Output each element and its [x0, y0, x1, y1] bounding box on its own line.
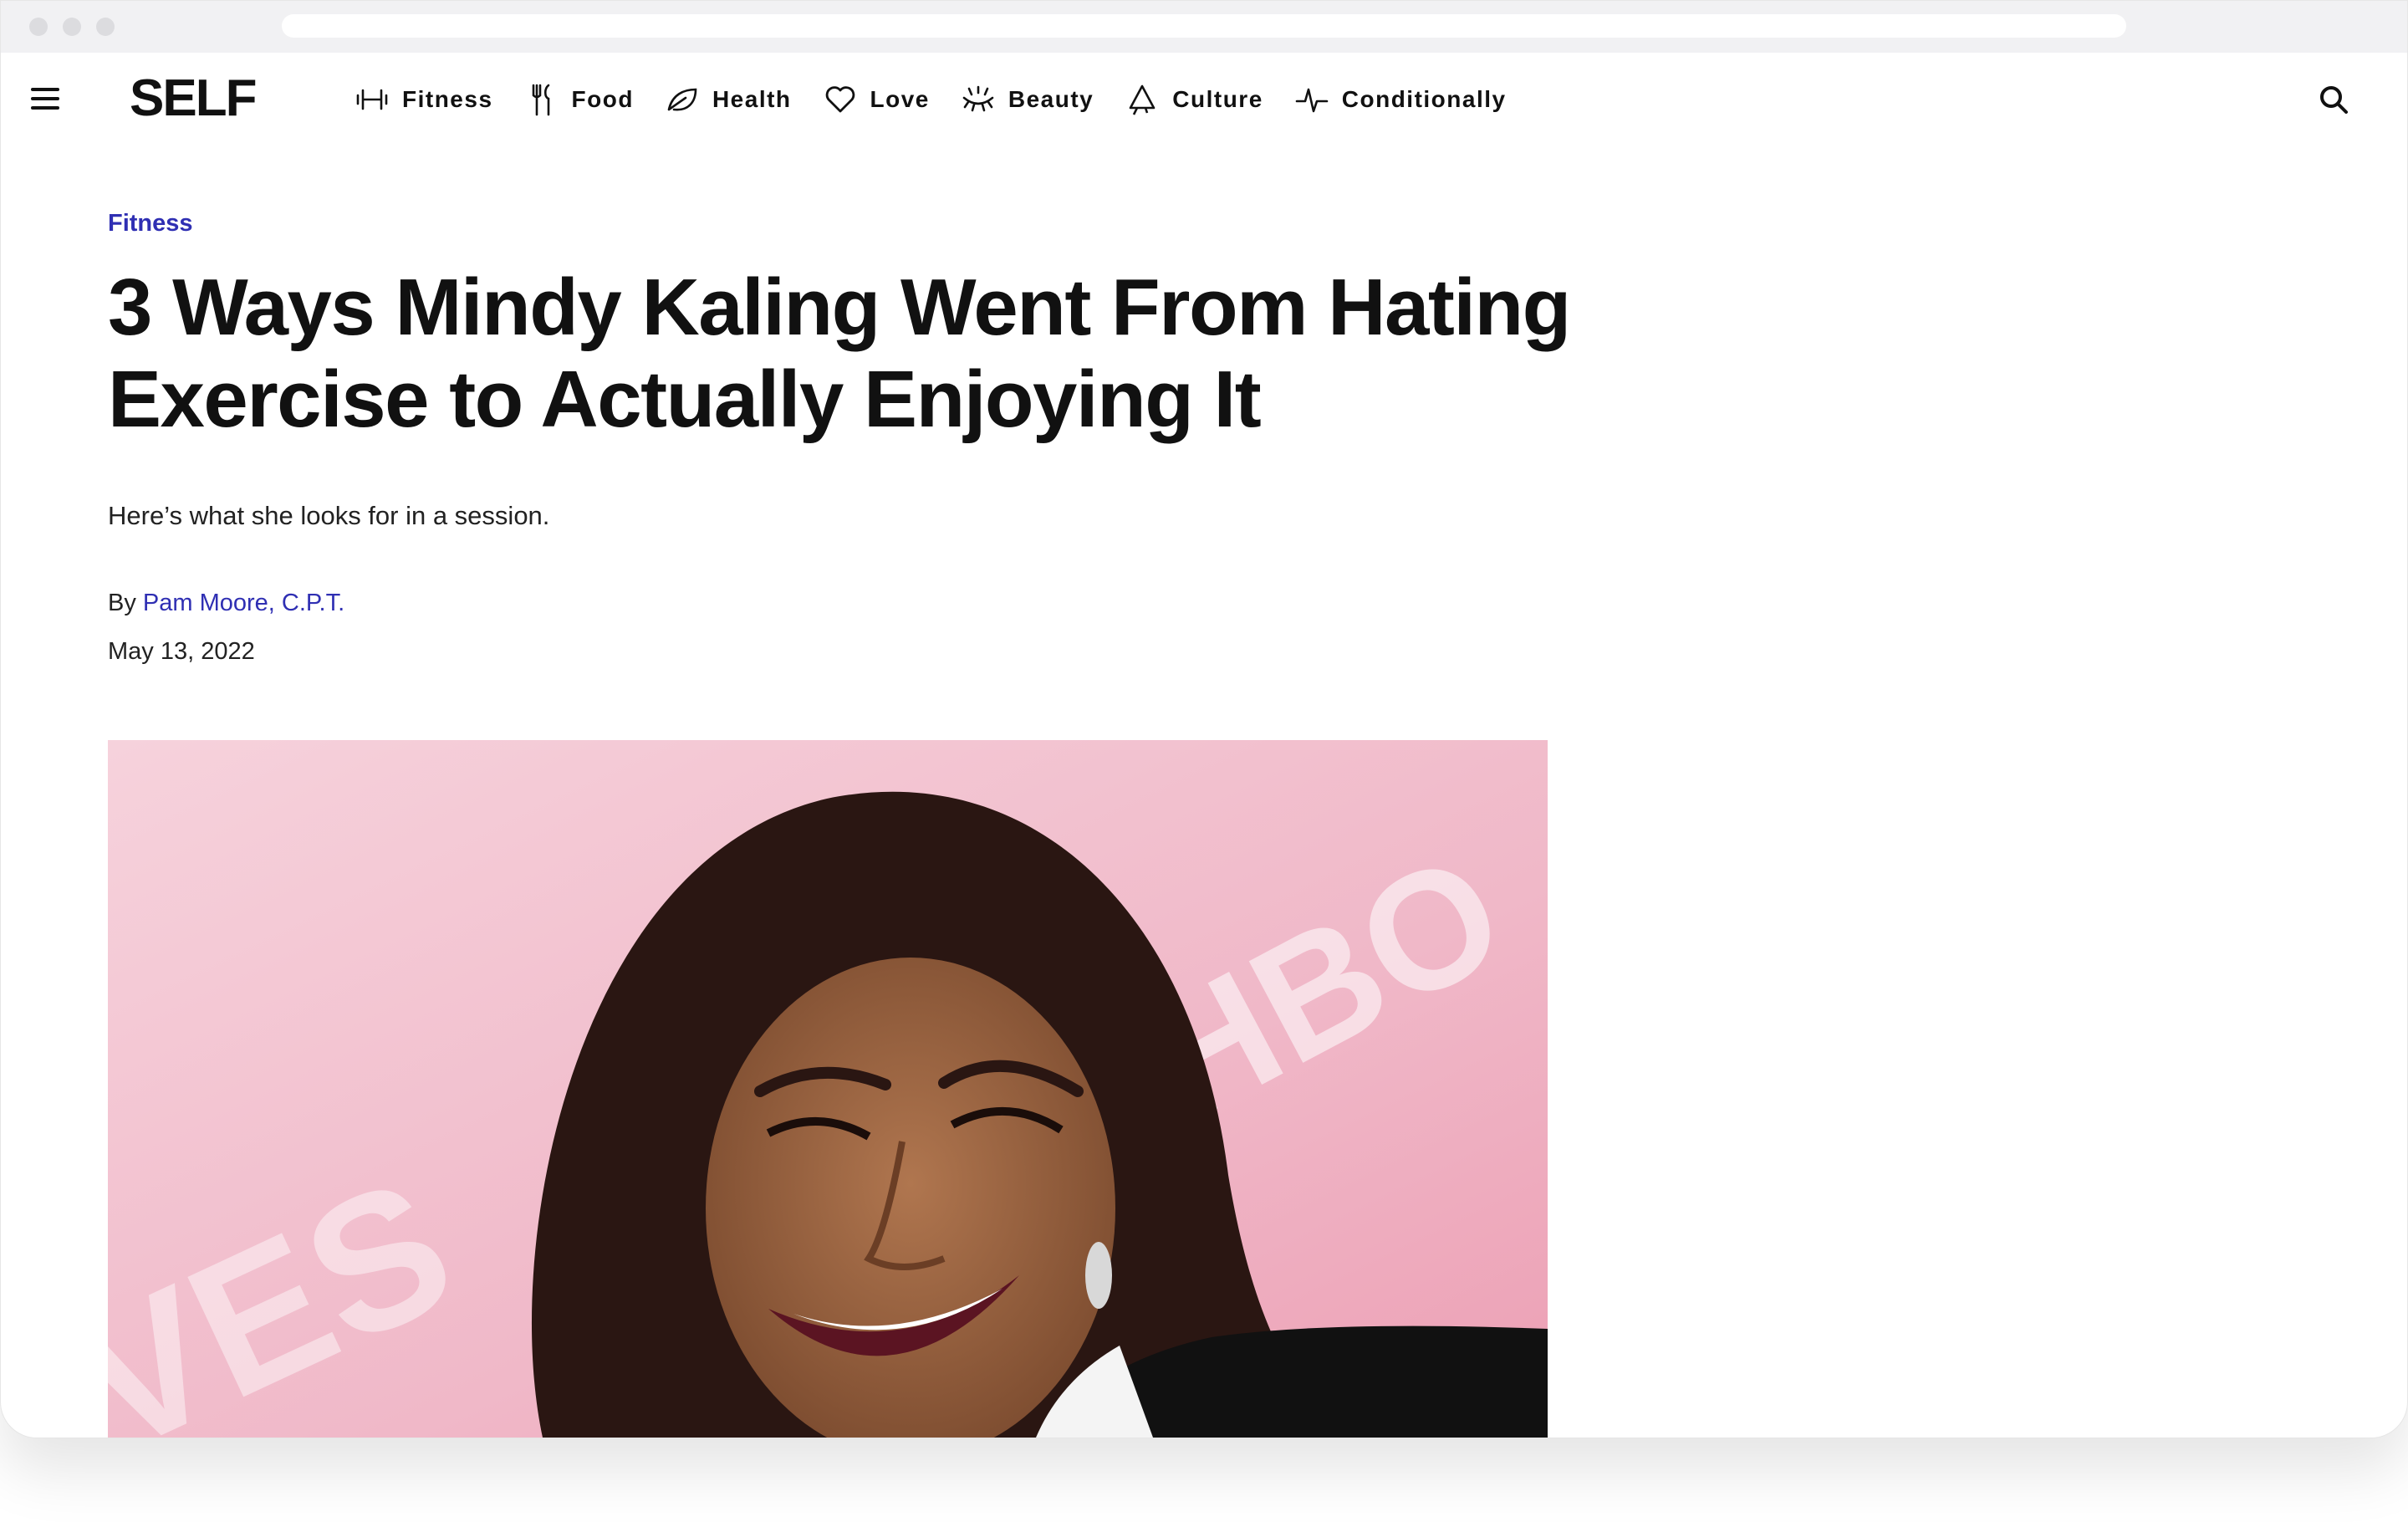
- nav-label: Beauty: [1008, 86, 1094, 112]
- article-category-link[interactable]: Fitness: [108, 210, 193, 237]
- nav-item-health[interactable]: Health: [666, 83, 792, 116]
- article-byline: By Pam Moore, C.P.T.: [108, 590, 344, 617]
- browser-window: SELF Fitness Food Health Love Beauty Cul…: [0, 0, 2408, 1438]
- byline-prefix: By: [108, 590, 136, 616]
- nav-item-beauty[interactable]: Beauty: [962, 83, 1094, 116]
- megaphone-icon: [1129, 84, 1156, 115]
- search-icon[interactable]: [2317, 83, 2350, 116]
- window-close-dot[interactable]: [29, 18, 48, 36]
- nav-item-conditionally[interactable]: Conditionally: [1295, 83, 1507, 116]
- nav-item-fitness[interactable]: Fitness: [355, 83, 493, 116]
- window-minimize-dot[interactable]: [63, 18, 81, 36]
- nav-label: Conditionally: [1341, 86, 1507, 112]
- site-logo[interactable]: SELF: [130, 68, 257, 130]
- nav-label: Health: [712, 86, 792, 112]
- nav-label: Food: [571, 86, 634, 112]
- pulse-icon: [1295, 88, 1329, 113]
- leaf-icon: [667, 88, 697, 111]
- nav-item-love[interactable]: Love: [824, 83, 930, 116]
- address-bar[interactable]: [282, 14, 2126, 38]
- primary-nav: Fitness Food Health Love Beauty Culture …: [355, 78, 1538, 121]
- dumbbell-icon: [356, 89, 388, 110]
- window-maximize-dot[interactable]: [96, 18, 115, 36]
- nav-label: Fitness: [402, 86, 493, 112]
- hamburger-menu-icon[interactable]: [31, 86, 63, 111]
- nav-item-culture[interactable]: Culture: [1125, 83, 1263, 116]
- heart-icon: [825, 86, 855, 113]
- eyelash-icon: [962, 85, 994, 112]
- publish-date: May 13, 2022: [108, 638, 255, 665]
- fork-knife-icon: [532, 84, 549, 116]
- article-dek: Here’s what she looks for in a session.: [108, 501, 550, 530]
- article-headline: 3 Ways Mindy Kaling Went From Hating Exe…: [108, 263, 1571, 444]
- nav-label: Love: [870, 86, 930, 112]
- browser-chrome: [1, 1, 2407, 53]
- nav-label: Culture: [1172, 86, 1263, 112]
- hero-image: HBO VES: [108, 740, 1548, 1438]
- nav-item-food[interactable]: Food: [525, 83, 634, 116]
- author-link[interactable]: Pam Moore, C.P.T.: [143, 590, 344, 616]
- site-header: SELF Fitness Food Health Love Beauty Cul…: [1, 53, 2407, 145]
